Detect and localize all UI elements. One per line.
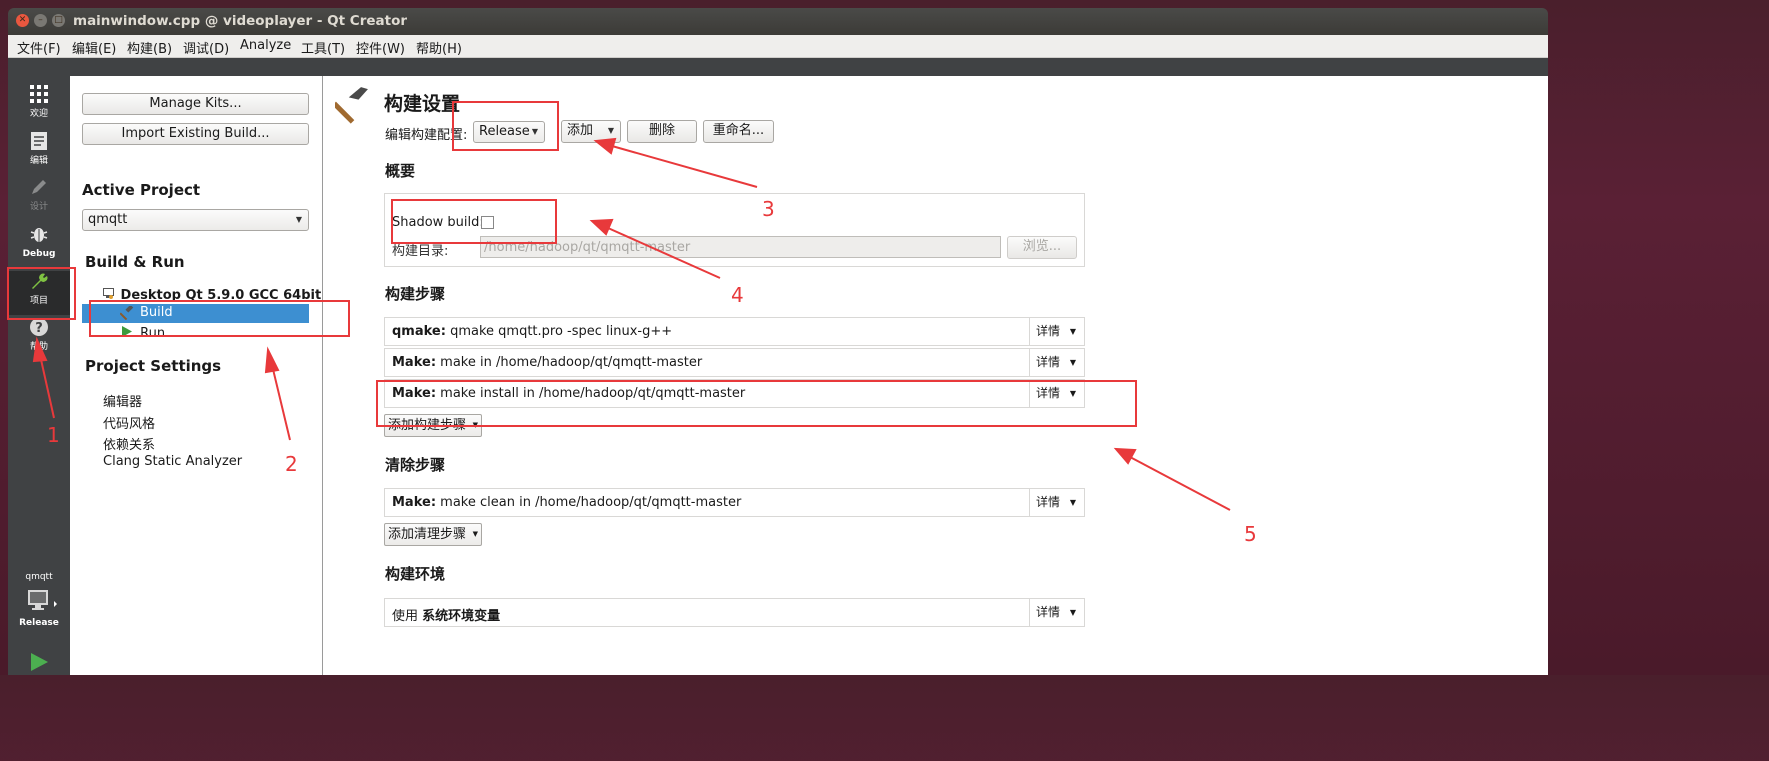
annotation-label-3: 3 [762,197,775,221]
annotation-label-4: 4 [731,283,744,307]
annotation-label-1: 1 [47,423,60,447]
annotation-arrows [32,137,1231,511]
annotation-label-5: 5 [1244,522,1257,546]
annotation-label-2: 2 [285,452,298,476]
